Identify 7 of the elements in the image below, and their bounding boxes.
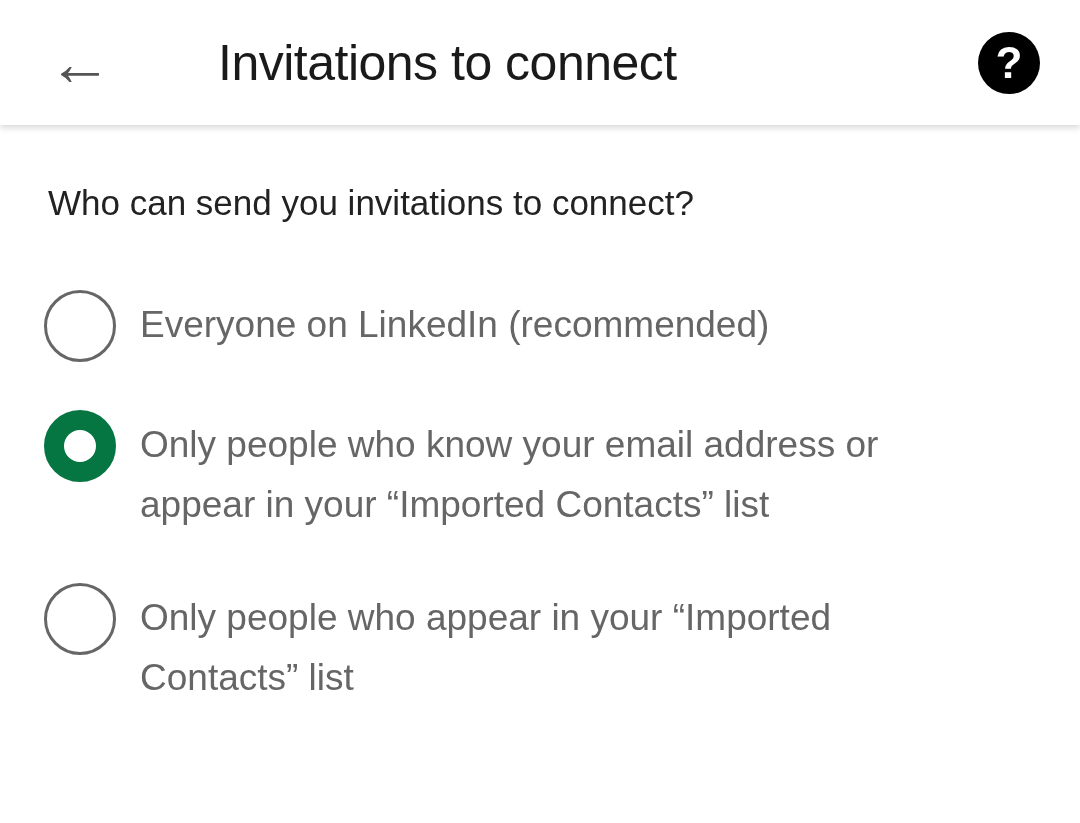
back-button[interactable]: ← xyxy=(48,30,118,95)
option-label[interactable]: Only people who know your email address or appear in your “Imported Contacts” list xyxy=(140,409,984,535)
page-title: Invitations to connect xyxy=(218,33,678,93)
option-label[interactable]: Everyone on LinkedIn (recommended) xyxy=(140,289,770,355)
option-label[interactable]: Only people who appear in your “Imported Contacts” list xyxy=(140,582,984,708)
help-button[interactable]: ? xyxy=(978,31,1040,94)
question-text: Who can send you invitations to connect? xyxy=(48,182,695,224)
